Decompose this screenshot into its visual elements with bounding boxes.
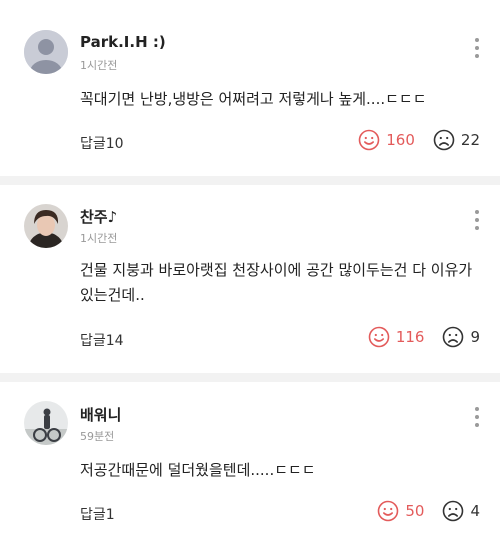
more-options-icon[interactable] (474, 407, 480, 427)
divider (0, 373, 500, 382)
avatar[interactable] (24, 401, 68, 445)
reply-button[interactable]: 답글14 (80, 330, 124, 350)
reaction-bar: 116 9 (368, 326, 480, 348)
frown-icon (443, 326, 464, 348)
comment-text: 건물 지붕과 바로아랫집 천장사이에 공간 많이두는건 다 이유가 있는건데.. (80, 261, 473, 304)
dislike-button[interactable]: 22 (433, 129, 480, 151)
dislike-count: 4 (470, 502, 480, 520)
comment-time: 59분전 (80, 430, 115, 443)
author-name[interactable]: 찬주♪ (80, 206, 117, 227)
smile-icon (358, 129, 380, 151)
profile-photo (24, 401, 68, 445)
like-button[interactable]: 116 (368, 326, 425, 348)
divider (0, 176, 500, 185)
comment-time: 1시간전 (80, 232, 118, 245)
comment-text: 저공간때문에 덜더웠을텐데.....ㄷㄷㄷ (80, 461, 316, 479)
dislike-count: 9 (470, 328, 480, 346)
like-button[interactable]: 160 (358, 129, 415, 151)
comment-time: 1시간전 (80, 59, 118, 72)
dislike-button[interactable]: 9 (442, 326, 480, 348)
author-name[interactable]: Park.I.H :) (80, 33, 166, 51)
dislike-count: 22 (460, 131, 480, 149)
more-options-icon[interactable] (474, 38, 480, 58)
avatar[interactable] (24, 204, 68, 248)
reply-button[interactable]: 답글10 (80, 133, 124, 153)
default-user-icon (24, 30, 68, 74)
comment-text: 꼭대기면 난방,냉방은 어쩌려고 저렇게나 높게....ㄷㄷㄷ (80, 90, 427, 108)
reaction-bar: 50 4 (377, 500, 480, 522)
reply-button[interactable]: 답글1 (80, 504, 115, 524)
reaction-bar: 160 22 (358, 129, 480, 151)
like-count: 116 (395, 328, 425, 346)
frown-icon (433, 129, 455, 151)
smile-icon (378, 500, 399, 522)
like-button[interactable]: 50 (377, 500, 424, 522)
profile-photo (24, 204, 68, 248)
dislike-button[interactable]: 4 (442, 500, 480, 522)
comment-item: Park.I.H :) 1시간전 꼭대기면 난방,냉방은 어쩌려고 저렇게나 높… (0, 0, 500, 176)
author-name[interactable]: 배워니 (80, 404, 121, 425)
frown-icon (443, 500, 464, 522)
like-count: 160 (386, 131, 415, 149)
avatar[interactable] (24, 30, 68, 74)
more-options-icon[interactable] (474, 210, 480, 230)
comment-item: 배워니 59분전 저공간때문에 덜더웠을텐데.....ㄷㄷㄷ 답글1 50 4 (0, 382, 500, 550)
like-count: 50 (405, 502, 425, 520)
comment-item: 찬주♪ 1시간전 건물 지붕과 바로아랫집 천장사이에 공간 많이두는건 다 이… (0, 185, 500, 373)
smile-icon (368, 326, 390, 348)
